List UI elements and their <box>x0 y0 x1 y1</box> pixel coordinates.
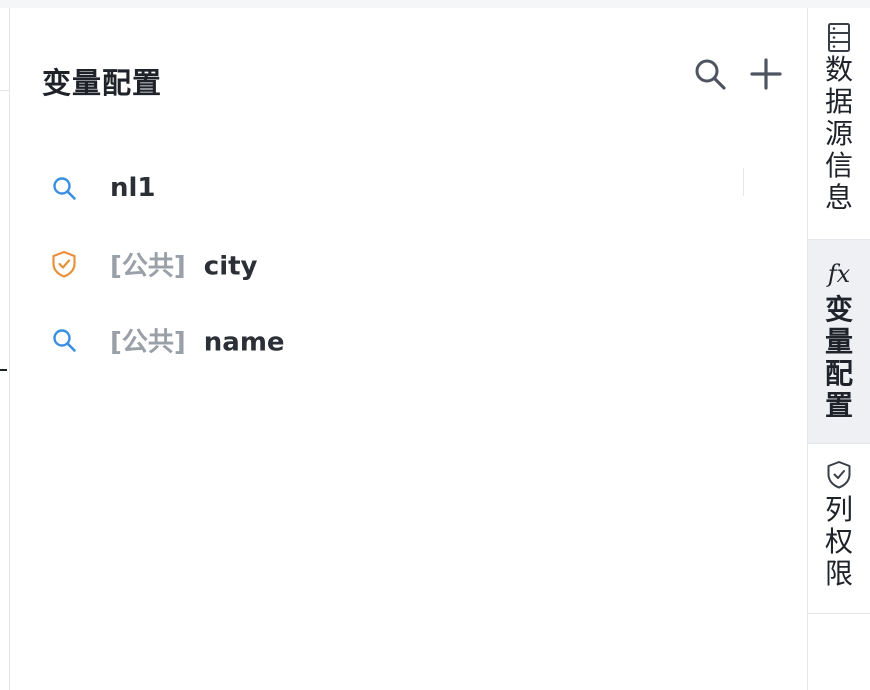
tab-label: 列权限 <box>824 493 853 590</box>
public-tag: [公共] <box>110 251 186 282</box>
tab-column-permission[interactable]: 列权限 <box>808 444 870 614</box>
add-variable-button[interactable] <box>748 56 784 92</box>
tab-datasource-info[interactable]: 数据源信息 <box>808 8 870 240</box>
left-pane-divider <box>0 90 9 91</box>
public-tag: [公共] <box>110 327 186 358</box>
tab-variable-config[interactable]: fx 变量配置 <box>808 240 870 444</box>
variable-name: name <box>203 327 285 358</box>
search-icon <box>695 59 726 90</box>
variable-item-name[interactable]: [公共] name <box>40 302 750 378</box>
variable-label: nl1 <box>110 173 156 203</box>
plus-icon <box>750 58 782 90</box>
variable-name: nl1 <box>110 173 156 203</box>
variable-label: [公共] name <box>110 322 285 359</box>
variable-item-nl1[interactable]: nl1 <box>40 150 750 226</box>
right-side-rail: 数据源信息 fx 变量配置 列权限 <box>808 8 870 690</box>
fx-icon: fx <box>827 260 851 288</box>
tab-label: 变量配置 <box>824 293 853 422</box>
search-icon <box>50 174 78 202</box>
shield-check-icon <box>827 461 851 489</box>
datasource-icon <box>828 23 850 52</box>
variable-label: [公共] city <box>110 246 257 283</box>
search-icon <box>50 326 78 354</box>
top-strip <box>0 0 870 8</box>
variable-config-panel: 变量配置 nl1 [公共] city [公共] name <box>10 8 808 690</box>
variable-list: nl1 [公共] city [公共] name <box>40 150 750 378</box>
shield-check-icon <box>50 250 78 278</box>
search-button[interactable] <box>692 56 728 92</box>
tab-label: 数据源信息 <box>824 53 853 214</box>
panel-title: 变量配置 <box>42 66 163 100</box>
left-pane-marker <box>0 369 7 371</box>
left-pane-edge <box>0 8 10 690</box>
variable-name: city <box>203 251 258 282</box>
variable-item-city[interactable]: [公共] city <box>40 226 750 302</box>
